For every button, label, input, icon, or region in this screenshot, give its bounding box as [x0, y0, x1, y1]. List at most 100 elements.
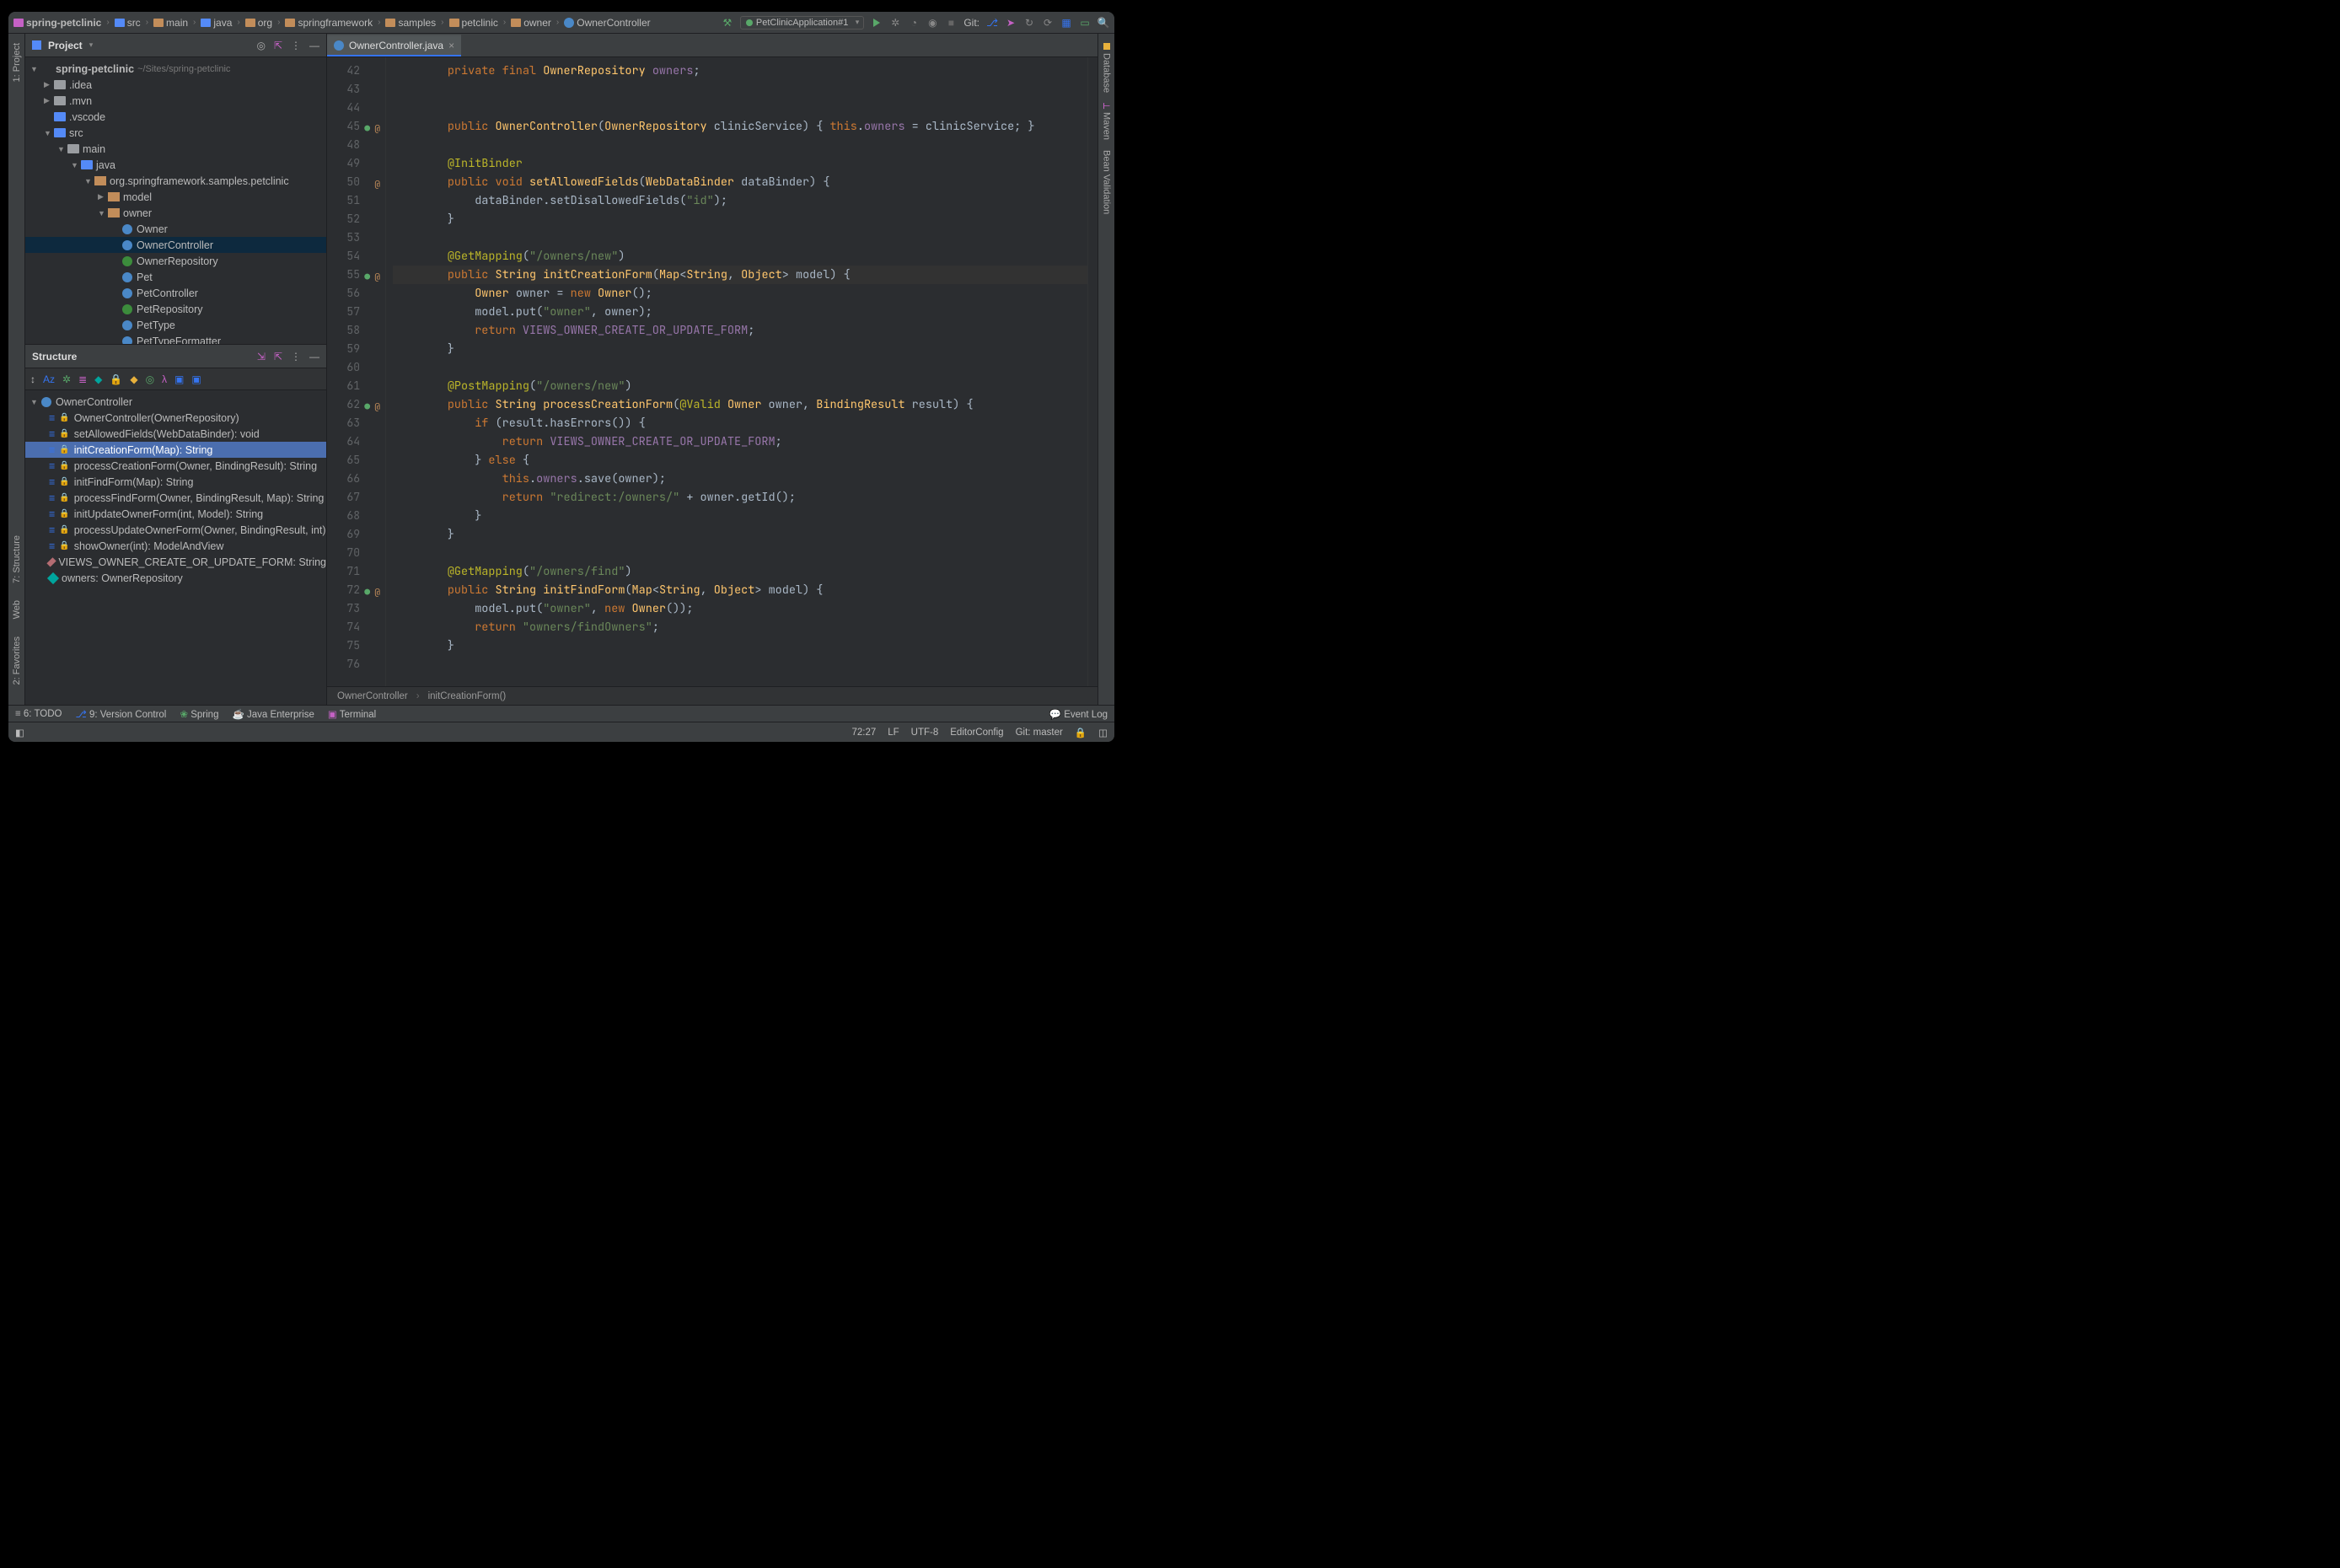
settings-icon[interactable]: ⋮ [291, 40, 301, 51]
crumb-main[interactable]: main [153, 17, 188, 29]
tree-row[interactable]: PetType [25, 317, 326, 333]
tool-windows-icon[interactable]: ◧ [15, 727, 24, 738]
editor-tab[interactable]: OwnerController.java × [327, 35, 461, 56]
crumb-org[interactable]: org [245, 17, 272, 29]
tree-row[interactable]: ▶.mvn [25, 93, 326, 109]
tree-row[interactable]: ▼java [25, 157, 326, 173]
lock-icon[interactable]: 🔒 [110, 373, 122, 385]
presentation-icon[interactable]: ▭ [1079, 17, 1091, 29]
tree-row[interactable]: ▼owner [25, 205, 326, 221]
structure-row[interactable]: ≡🔒processFindForm(Owner, BindingResult, … [25, 490, 326, 506]
stripe-web[interactable]: Web [12, 595, 22, 624]
tree-row[interactable]: PetController [25, 285, 326, 301]
search-everywhere-icon[interactable]: 🔍 [1098, 17, 1109, 29]
tree-row[interactable]: .vscode [25, 109, 326, 125]
structure-label[interactable]: Structure [32, 351, 77, 362]
history-icon[interactable]: ⟳ [1042, 17, 1054, 29]
stripe-database[interactable]: Database [1102, 38, 1112, 98]
line-separator[interactable]: LF [888, 728, 899, 738]
tree-row[interactable]: Pet [25, 269, 326, 285]
error-stripe[interactable] [1087, 57, 1098, 686]
crumb-petclinic[interactable]: petclinic [449, 17, 498, 29]
grid-icon[interactable]: ▦ [1060, 17, 1072, 29]
project-tree[interactable]: ▼ spring-petclinic ~/Sites/spring-petcli… [25, 57, 326, 344]
crumb-project[interactable]: spring-petclinic [13, 17, 101, 29]
stripe-favorites[interactable]: 2: Favorites [12, 631, 22, 690]
crumb-sf[interactable]: springframework [285, 17, 373, 29]
update-icon[interactable]: ↻ [1023, 17, 1035, 29]
structure-row[interactable]: ≡🔒setAllowedFields(WebDataBinder): void [25, 426, 326, 442]
structure-row[interactable]: ≡🔒processCreationForm(Owner, BindingResu… [25, 458, 326, 474]
javaee-button[interactable]: ☕ Java Enterprise [232, 708, 314, 720]
box2-icon[interactable]: ▣ [191, 373, 201, 385]
tree-row[interactable]: ▶model [25, 189, 326, 205]
branch-icon[interactable]: ⎇ [986, 17, 998, 29]
project-tool-label[interactable]: Project [48, 40, 83, 51]
structure-row[interactable]: ≡🔒initUpdateOwnerForm(int, Model): Strin… [25, 506, 326, 522]
structure-row[interactable]: ≡🔒initCreationForm(Map): String [25, 442, 326, 458]
select-opened-icon[interactable]: ◎ [256, 40, 265, 51]
cursor-position[interactable]: 72:27 [851, 728, 876, 738]
minimize-icon[interactable]: — [309, 40, 319, 51]
lock-status-icon[interactable]: 🔒 [1075, 727, 1087, 738]
event-log-button[interactable]: 💬 Event Log [1049, 708, 1108, 720]
tree-row[interactable]: ▼main [25, 141, 326, 157]
stripe-project[interactable]: 1: Project [12, 38, 22, 87]
sort-icon[interactable]: ↕ [30, 373, 35, 385]
tree-row[interactable]: Owner [25, 221, 326, 237]
profiler-button[interactable]: ◉ [926, 17, 938, 29]
filter-icon[interactable]: ✲ [62, 373, 71, 385]
stop-button[interactable]: ■ [945, 17, 957, 29]
structure-minimize-icon[interactable]: — [309, 351, 319, 362]
terminal-button[interactable]: ▣ Terminal [328, 708, 376, 720]
tree-row[interactable]: PetTypeFormatter [25, 333, 326, 344]
structure-row[interactable]: ≡🔒initFindForm(Map): String [25, 474, 326, 490]
editorconfig[interactable]: EditorConfig [950, 728, 1003, 738]
az-icon[interactable]: Aᴢ [43, 373, 55, 385]
structure-row[interactable]: ≡🔒processUpdateOwnerForm(Owner, BindingR… [25, 522, 326, 538]
structure-row[interactable]: ≡🔒OwnerController(OwnerRepository) [25, 410, 326, 426]
coverage-button[interactable]: ◔ [908, 17, 920, 29]
run-button[interactable] [871, 17, 883, 29]
encoding[interactable]: UTF-8 [911, 728, 939, 738]
close-tab-icon[interactable]: × [448, 40, 454, 51]
box1-icon[interactable]: ▣ [174, 373, 184, 385]
vcs-button[interactable]: ⎇ 9: Version Control [76, 708, 167, 720]
crumb-owner[interactable]: owner [511, 17, 551, 29]
debug-button[interactable]: ✲ [889, 17, 901, 29]
run-config-selector[interactable]: PetClinicApplication#1 [740, 16, 864, 30]
tree-row[interactable]: ▼src [25, 125, 326, 141]
tree-row[interactable]: OwnerController [25, 237, 326, 253]
diamond-icon[interactable]: ◆ [130, 373, 137, 385]
structure-root[interactable]: ▼ OwnerController [25, 394, 326, 410]
structure-expand-icon[interactable]: ⇲ [257, 351, 266, 362]
structure-collapse-icon[interactable]: ⇱ [274, 351, 282, 362]
structure-tree[interactable]: ▼ OwnerController ≡🔒OwnerController(Owne… [25, 390, 326, 705]
memory-icon[interactable]: ◫ [1098, 727, 1108, 738]
tree-row[interactable]: ▶.idea [25, 77, 326, 93]
stripe-structure[interactable]: 7: Structure [12, 530, 22, 588]
structure-row[interactable]: VIEWS_OWNER_CREATE_OR_UPDATE_FORM: Strin… [25, 554, 326, 570]
tree-root[interactable]: ▼ spring-petclinic ~/Sites/spring-petcli… [25, 61, 326, 77]
crumb-class[interactable]: OwnerController [564, 17, 650, 29]
structure-row[interactable]: owners: OwnerRepository [25, 570, 326, 586]
structure-settings-icon[interactable]: ⋮ [291, 351, 301, 362]
crumb-samples[interactable]: samples [385, 17, 436, 29]
tree-row[interactable]: PetRepository [25, 301, 326, 317]
commit-icon[interactable]: ➤ [1005, 17, 1017, 29]
structure-row[interactable]: ≡🔒showOwner(int): ModelAndView [25, 538, 326, 554]
expand-all-icon[interactable]: ⇱ [274, 40, 282, 51]
tree-row[interactable]: ▼org.springframework.samples.petclinic [25, 173, 326, 189]
git-branch[interactable]: Git: master [1016, 728, 1063, 738]
crumb-java[interactable]: java [201, 17, 232, 29]
list-icon[interactable]: ≣ [78, 373, 87, 385]
editor-code[interactable]: private final OwnerRepository owners; pu… [386, 57, 1087, 686]
editor-gutter[interactable]: 42434445●@484950@5152535455●@56575859606… [327, 57, 386, 686]
hammer-icon[interactable]: ⚒ [722, 17, 733, 29]
tree-row[interactable]: OwnerRepository [25, 253, 326, 269]
tag-icon[interactable]: ◆ [94, 373, 102, 385]
lambda-icon[interactable]: λ [162, 373, 167, 385]
crumb-src[interactable]: src [115, 17, 141, 29]
stripe-maven[interactable]: ⟂Maven [1102, 98, 1112, 145]
spring-button[interactable]: ❀ Spring [180, 708, 218, 720]
